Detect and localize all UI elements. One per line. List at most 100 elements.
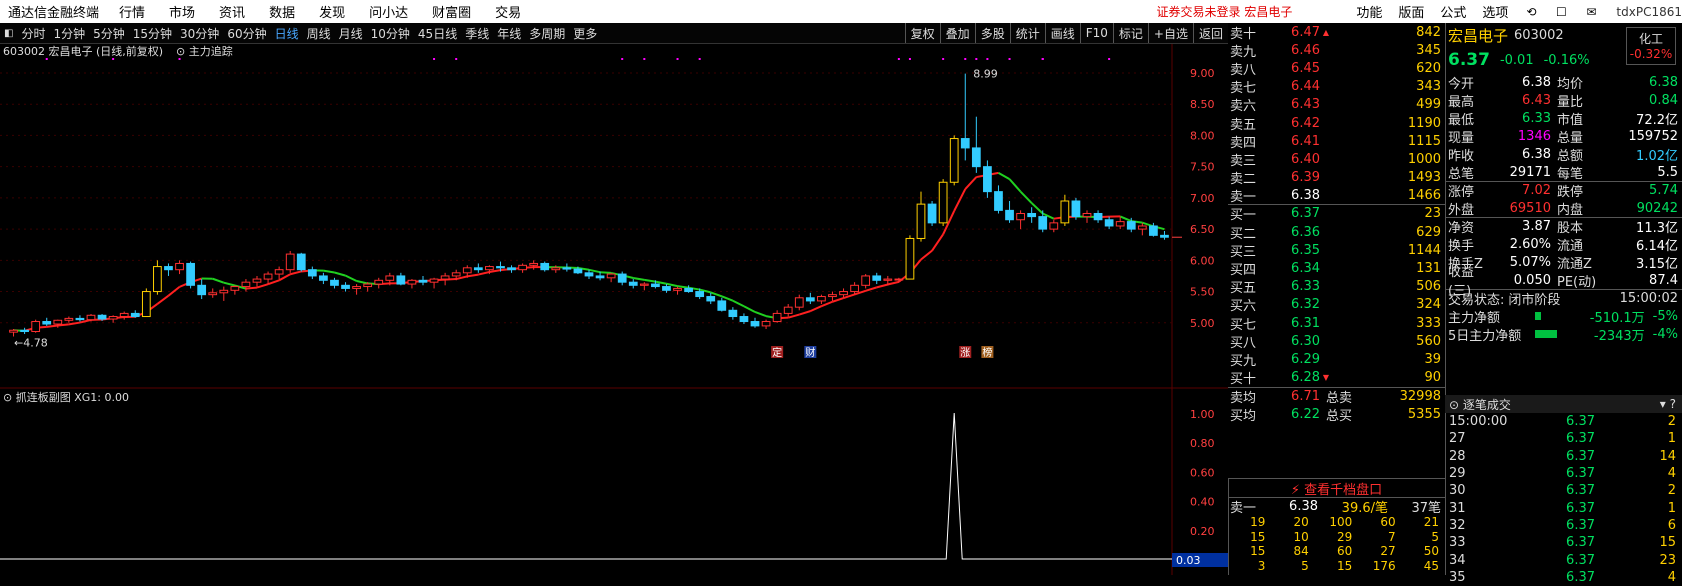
candle-body[interactable]: [685, 288, 693, 291]
sell-row-5[interactable]: 卖五6.421190: [1228, 114, 1445, 132]
candle-body[interactable]: [308, 270, 316, 276]
candle-body[interactable]: [629, 282, 637, 285]
candle-body[interactable]: [165, 267, 173, 270]
period-tab-2[interactable]: 5分钟: [89, 25, 129, 42]
candle-body[interactable]: [607, 274, 615, 278]
candle-body[interactable]: [818, 297, 826, 301]
candle-body[interactable]: [87, 315, 95, 319]
candle-body[interactable]: [109, 317, 117, 319]
toolbar-button-7[interactable]: +自选: [1148, 23, 1193, 43]
candle-body[interactable]: [242, 282, 250, 286]
toolbar-button-6[interactable]: 标记: [1113, 23, 1148, 43]
period-tab-14[interactable]: 更多: [569, 25, 601, 42]
candle-body[interactable]: [862, 276, 870, 285]
candle-body[interactable]: [1094, 213, 1102, 219]
period-tab-3[interactable]: 15分钟: [129, 25, 176, 42]
sell-row-6[interactable]: 卖四6.411115: [1228, 132, 1445, 150]
menu-item-7[interactable]: 交易: [483, 2, 533, 21]
sell-row-2[interactable]: 卖八6.45620: [1228, 59, 1445, 77]
candle-body[interactable]: [187, 263, 195, 285]
period-tab-11[interactable]: 季线: [461, 25, 493, 42]
candle-body[interactable]: [486, 267, 494, 270]
candle-body[interactable]: [640, 284, 648, 285]
period-tab-13[interactable]: 多周期: [525, 25, 569, 42]
candle-body[interactable]: [829, 295, 837, 297]
depth-button[interactable]: ⚡ 查看千档盘口: [1228, 478, 1445, 498]
menu-item-2[interactable]: 资讯: [207, 2, 257, 21]
candle-body[interactable]: [497, 267, 505, 268]
candle-body[interactable]: [264, 274, 272, 279]
candle-body[interactable]: [762, 322, 770, 326]
candle-body[interactable]: [275, 270, 283, 274]
candle-body[interactable]: [131, 313, 139, 316]
indicator-name[interactable]: ⊙ 主力追踪: [176, 44, 233, 58]
period-tab-5[interactable]: 60分钟: [223, 25, 270, 42]
candle-body[interactable]: [696, 292, 704, 297]
candle-body[interactable]: [895, 279, 903, 280]
buy-row-0[interactable]: 买一6.3723: [1228, 205, 1445, 223]
menu-right-1[interactable]: 版面: [1390, 2, 1432, 21]
candle-body[interactable]: [209, 293, 217, 295]
candle-body[interactable]: [231, 287, 239, 291]
menu-item-1[interactable]: 市场: [157, 2, 207, 21]
candle-body[interactable]: [563, 268, 571, 269]
candle-body[interactable]: [574, 269, 582, 273]
candle-body[interactable]: [840, 292, 848, 295]
candle-body[interactable]: [1072, 201, 1080, 217]
candle-body[interactable]: [674, 288, 682, 290]
candle-body[interactable]: [463, 268, 471, 273]
candle-body[interactable]: [120, 313, 128, 316]
candle-body[interactable]: [297, 254, 305, 270]
candle-body[interactable]: [408, 280, 416, 284]
candle-body[interactable]: [652, 284, 660, 286]
sell-row-7[interactable]: 卖三6.401000: [1228, 150, 1445, 168]
period-tab-10[interactable]: 45日线: [414, 25, 461, 42]
candle-body[interactable]: [43, 322, 51, 324]
chart-area[interactable]: 603002 宏昌电子 (日线,前复权)⊙ 主力追踪9.008.508.007.…: [0, 44, 1228, 575]
period-tab-8[interactable]: 月线: [335, 25, 367, 42]
menu-right-0[interactable]: 功能: [1348, 2, 1390, 21]
candle-body[interactable]: [707, 297, 715, 301]
menu-item-5[interactable]: 问小达: [357, 2, 420, 21]
candle-body[interactable]: [663, 287, 671, 291]
sell-row-4[interactable]: 卖六6.43499: [1228, 96, 1445, 114]
sell-row-1[interactable]: 卖九6.46345: [1228, 41, 1445, 59]
menu-item-6[interactable]: 财富圈: [420, 2, 483, 21]
toolbar-button-8[interactable]: 返回: [1193, 23, 1228, 43]
menu-item-0[interactable]: 行情: [107, 2, 157, 21]
candle-body[interactable]: [906, 238, 914, 279]
candle-body[interactable]: [1061, 201, 1069, 223]
help-icon[interactable]: ▾ ?: [1660, 397, 1682, 411]
toolbar-button-5[interactable]: F10: [1080, 23, 1113, 43]
candle-body[interactable]: [1116, 222, 1124, 226]
candle-body[interactable]: [1006, 210, 1014, 219]
candle-body[interactable]: [729, 310, 737, 316]
candle-body[interactable]: [806, 298, 814, 301]
buy-row-4[interactable]: 买五6.33506: [1228, 278, 1445, 296]
buy-row-8[interactable]: 买九6.2939: [1228, 350, 1445, 368]
candle-body[interactable]: [508, 268, 516, 270]
candle-body[interactable]: [950, 139, 958, 183]
candle-body[interactable]: [519, 265, 527, 269]
candle-body[interactable]: [1105, 220, 1113, 226]
candle-body[interactable]: [375, 280, 383, 284]
period-tab-7[interactable]: 周线: [303, 25, 335, 42]
candle-body[interactable]: [386, 276, 394, 280]
buy-row-3[interactable]: 买四6.34131: [1228, 259, 1445, 277]
candle-body[interactable]: [397, 276, 405, 284]
period-tab-4[interactable]: 30分钟: [176, 25, 223, 42]
candle-body[interactable]: [430, 279, 438, 282]
candle-body[interactable]: [972, 148, 980, 167]
buy-row-7[interactable]: 买八6.30560: [1228, 332, 1445, 350]
candle-body[interactable]: [596, 276, 604, 278]
candle-body[interactable]: [984, 167, 992, 192]
candle-body[interactable]: [364, 284, 372, 286]
candle-body[interactable]: [474, 268, 482, 270]
menu-item-3[interactable]: 数据: [257, 2, 307, 21]
candle-body[interactable]: [1150, 226, 1158, 235]
candle-body[interactable]: [751, 322, 759, 326]
candle-body[interactable]: [320, 276, 328, 280]
buy-row-2[interactable]: 买三6.351144: [1228, 241, 1445, 259]
candle-body[interactable]: [154, 267, 162, 292]
candle-body[interactable]: [851, 285, 859, 291]
